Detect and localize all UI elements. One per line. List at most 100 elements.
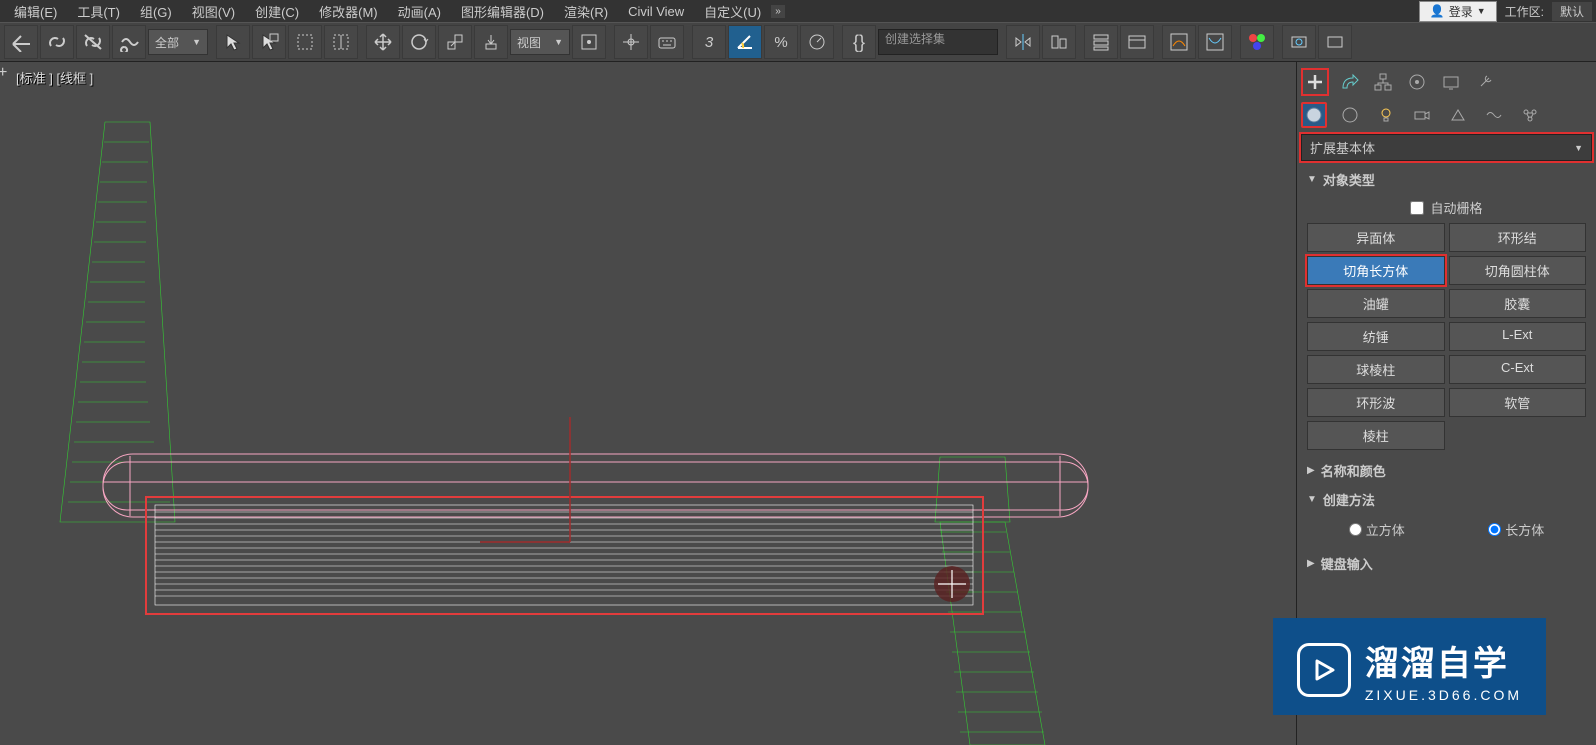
command-panel-tabs	[1297, 62, 1596, 98]
undo-redo-icon[interactable]	[4, 25, 38, 59]
ref-coord-value: 视图	[517, 34, 541, 51]
menu-animation[interactable]: 动画(A)	[388, 2, 451, 21]
menu-edit[interactable]: 编辑(E)	[4, 2, 67, 21]
toggle-ribbon-icon[interactable]	[1120, 25, 1154, 59]
schematic-view-icon[interactable]	[1198, 25, 1232, 59]
object-type-button[interactable]: 环形波	[1307, 388, 1445, 417]
main-toolbar: 全部 ▼ 视图 ▼ 3 % {} 创建选择集	[0, 22, 1596, 62]
selection-set-placeholder: 创建选择集	[885, 32, 945, 46]
object-type-button[interactable]: 切角长方体	[1307, 256, 1445, 285]
shapes-subtab[interactable]	[1337, 102, 1363, 128]
manipulate-icon[interactable]	[614, 25, 648, 59]
category-dropdown[interactable]: 扩展基本体 ▼	[1301, 134, 1592, 161]
align-icon[interactable]	[1042, 25, 1076, 59]
watermark-sub: ZIXUE.3D66.COM	[1365, 687, 1522, 703]
select-by-name-icon[interactable]	[252, 25, 286, 59]
object-type-button[interactable]: 纺锤	[1307, 322, 1445, 351]
object-type-button[interactable]: 异面体	[1307, 223, 1445, 252]
object-type-button[interactable]: 棱柱	[1307, 421, 1445, 450]
motion-tab[interactable]	[1403, 68, 1431, 96]
create-subcategory-tabs	[1297, 98, 1596, 132]
render-frame-icon[interactable]	[1318, 25, 1352, 59]
window-crossing-icon[interactable]	[324, 25, 358, 59]
object-type-button[interactable]: L-Ext	[1449, 322, 1587, 351]
spinner-snap-icon[interactable]	[800, 25, 834, 59]
angle-snap-icon[interactable]	[728, 25, 762, 59]
menu-civilview[interactable]: Civil View	[618, 4, 694, 19]
menu-graph[interactable]: 图形编辑器(D)	[451, 2, 554, 21]
watermark-title: 溜溜自学	[1365, 636, 1522, 685]
snap-3d-icon[interactable]: 3	[692, 25, 726, 59]
scale-icon[interactable]	[438, 25, 472, 59]
menu-bar: 编辑(E) 工具(T) 组(G) 视图(V) 创建(C) 修改器(M) 动画(A…	[0, 0, 1596, 22]
rollup-arrow-icon: ▶	[1307, 465, 1315, 476]
rollup-arrow-icon: ▶	[1307, 558, 1315, 569]
select-object-icon[interactable]	[216, 25, 250, 59]
menu-tools[interactable]: 工具(T)	[67, 2, 130, 21]
move-icon[interactable]	[366, 25, 400, 59]
unlink-icon[interactable]	[76, 25, 110, 59]
bind-spacewarp-icon[interactable]	[112, 25, 146, 59]
menu-render[interactable]: 渲染(R)	[554, 2, 618, 21]
cube-radio-label: 立方体	[1366, 520, 1405, 539]
caret-down-icon: ▼	[1477, 6, 1486, 16]
cube-radio[interactable]: 立方体	[1349, 520, 1405, 539]
link-icon[interactable]	[40, 25, 74, 59]
placement-icon[interactable]	[474, 25, 508, 59]
object-type-header[interactable]: ▼ 对象类型	[1301, 167, 1592, 192]
keyboard-entry-title: 键盘输入	[1321, 554, 1373, 573]
render-setup-icon[interactable]	[1282, 25, 1316, 59]
object-type-button[interactable]: 切角圆柱体	[1449, 256, 1587, 285]
menu-view[interactable]: 视图(V)	[182, 2, 245, 21]
object-type-button[interactable]: 球棱柱	[1307, 355, 1445, 384]
login-button[interactable]: 👤 登录 ▼	[1419, 1, 1497, 22]
viewport[interactable]: + [标准 ] [线框 ]	[0, 62, 1296, 745]
menu-modifier[interactable]: 修改器(M)	[309, 2, 388, 21]
name-color-header[interactable]: ▶ 名称和颜色	[1301, 458, 1592, 483]
utilities-tab[interactable]	[1471, 68, 1499, 96]
menu-custom[interactable]: 自定义(U)	[694, 2, 771, 21]
material-editor-icon[interactable]	[1240, 25, 1274, 59]
named-sel-set-icon[interactable]: {}	[842, 25, 876, 59]
rollup-arrow-icon: ▼	[1307, 174, 1317, 185]
menu-create[interactable]: 创建(C)	[245, 2, 309, 21]
workspace-dropdown[interactable]: 默认	[1552, 2, 1592, 21]
percent-snap-icon[interactable]: %	[764, 25, 798, 59]
spacewarps-subtab[interactable]	[1481, 102, 1507, 128]
keyboard-shortcut-icon[interactable]	[650, 25, 684, 59]
systems-subtab[interactable]	[1517, 102, 1543, 128]
object-type-button[interactable]: C-Ext	[1449, 355, 1587, 384]
object-type-button[interactable]: 胶囊	[1449, 289, 1587, 318]
display-tab[interactable]	[1437, 68, 1465, 96]
autogrid-checkbox[interactable]	[1410, 201, 1424, 215]
watermark: 溜溜自学 ZIXUE.3D66.COM	[1273, 618, 1546, 715]
login-label: 登录	[1449, 3, 1473, 20]
lights-subtab[interactable]	[1373, 102, 1399, 128]
workspace-label: 工作区:	[1505, 3, 1544, 20]
ref-coord-dropdown[interactable]: 视图 ▼	[510, 29, 570, 55]
object-type-button[interactable]: 软管	[1449, 388, 1587, 417]
hierarchy-tab[interactable]	[1369, 68, 1397, 96]
menu-group[interactable]: 组(G)	[130, 2, 182, 21]
object-type-button[interactable]: 环形结	[1449, 223, 1587, 252]
create-tab[interactable]	[1301, 68, 1329, 96]
layer-explorer-icon[interactable]	[1084, 25, 1118, 59]
keyboard-entry-header[interactable]: ▶ 键盘输入	[1301, 551, 1592, 576]
create-method-header[interactable]: ▼ 创建方法	[1301, 487, 1592, 512]
create-method-rollup: ▼ 创建方法 立方体 长方体	[1301, 487, 1592, 547]
object-type-button[interactable]: 油罐	[1307, 289, 1445, 318]
pivot-center-icon[interactable]	[572, 25, 606, 59]
geometry-subtab[interactable]	[1301, 102, 1327, 128]
object-type-rollup: ▼ 对象类型 自动栅格 异面体环形结切角长方体切角圆柱体油罐胶囊纺锤L-Ext球…	[1301, 167, 1592, 454]
helpers-subtab[interactable]	[1445, 102, 1471, 128]
box-radio[interactable]: 长方体	[1488, 520, 1544, 539]
curve-editor-icon[interactable]	[1162, 25, 1196, 59]
rect-region-icon[interactable]	[288, 25, 322, 59]
selection-set-input[interactable]: 创建选择集	[878, 29, 998, 55]
mirror-icon[interactable]	[1006, 25, 1040, 59]
menu-expand-icon[interactable]: »	[771, 5, 785, 18]
selection-filter-dropdown[interactable]: 全部 ▼	[148, 29, 208, 55]
modify-tab[interactable]	[1335, 68, 1363, 96]
cameras-subtab[interactable]	[1409, 102, 1435, 128]
rotate-icon[interactable]	[402, 25, 436, 59]
